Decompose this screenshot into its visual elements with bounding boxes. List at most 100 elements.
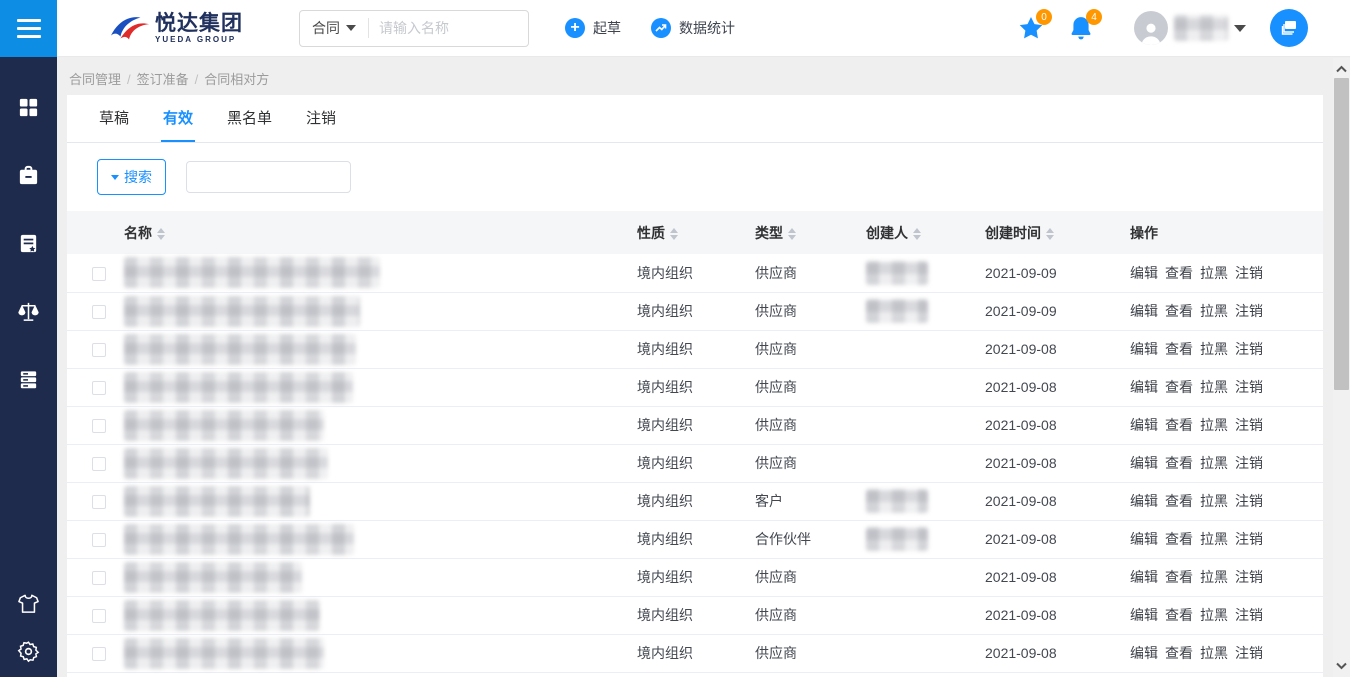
action-deregister[interactable]: 注销 bbox=[1235, 531, 1263, 547]
action-view[interactable]: 查看 bbox=[1165, 379, 1193, 395]
action-view[interactable]: 查看 bbox=[1165, 493, 1193, 509]
filter-input[interactable] bbox=[186, 161, 351, 193]
action-view[interactable]: 查看 bbox=[1165, 607, 1193, 623]
scroll-up-arrow-icon[interactable] bbox=[1333, 60, 1350, 78]
action-blacklist[interactable]: 拉黑 bbox=[1200, 493, 1228, 509]
action-edit[interactable]: 编辑 bbox=[1130, 379, 1158, 395]
tab-draft[interactable]: 草稿 bbox=[97, 95, 131, 142]
action-edit[interactable]: 编辑 bbox=[1130, 265, 1158, 281]
row-checkbox[interactable] bbox=[92, 419, 106, 433]
action-edit[interactable]: 编辑 bbox=[1130, 417, 1158, 433]
apps-switcher-button[interactable] bbox=[1270, 9, 1308, 47]
action-view[interactable]: 查看 bbox=[1165, 569, 1193, 585]
action-edit[interactable]: 编辑 bbox=[1130, 341, 1158, 357]
row-checkbox[interactable] bbox=[92, 533, 106, 547]
action-view[interactable]: 查看 bbox=[1165, 265, 1193, 281]
action-blacklist[interactable]: 拉黑 bbox=[1200, 455, 1228, 471]
action-blacklist[interactable]: 拉黑 bbox=[1200, 531, 1228, 547]
breadcrumb-item[interactable]: 签订准备 bbox=[137, 72, 189, 87]
actions-cell: 编辑查看拉黑注销 bbox=[1130, 520, 1323, 558]
search-category-dropdown[interactable]: 合同 bbox=[300, 18, 368, 38]
contract-document-icon[interactable] bbox=[17, 231, 41, 255]
sort-icon[interactable] bbox=[157, 228, 165, 240]
row-checkbox[interactable] bbox=[92, 381, 106, 395]
action-deregister[interactable]: 注销 bbox=[1235, 303, 1263, 319]
action-view[interactable]: 查看 bbox=[1165, 531, 1193, 547]
action-deregister[interactable]: 注销 bbox=[1235, 379, 1263, 395]
tab-bar: 草稿 有效 黑名单 注销 bbox=[67, 95, 1323, 143]
column-created-time[interactable]: 创建时间 bbox=[985, 211, 1130, 254]
sort-icon[interactable] bbox=[788, 228, 796, 240]
action-deregister[interactable]: 注销 bbox=[1235, 493, 1263, 509]
tab-deregistered[interactable]: 注销 bbox=[304, 95, 338, 142]
breadcrumb-item[interactable]: 合同管理 bbox=[69, 72, 121, 87]
column-type[interactable]: 类型 bbox=[755, 211, 866, 254]
action-view[interactable]: 查看 bbox=[1165, 455, 1193, 471]
row-checkbox[interactable] bbox=[92, 609, 106, 623]
scrollbar-thumb[interactable] bbox=[1334, 78, 1349, 390]
search-input[interactable] bbox=[369, 20, 499, 36]
action-deregister[interactable]: 注销 bbox=[1235, 265, 1263, 281]
sort-icon[interactable] bbox=[913, 228, 921, 240]
sort-icon[interactable] bbox=[670, 228, 678, 240]
row-checkbox[interactable] bbox=[92, 571, 106, 585]
action-blacklist[interactable]: 拉黑 bbox=[1200, 265, 1228, 281]
action-deregister[interactable]: 注销 bbox=[1235, 607, 1263, 623]
dashboard-grid-icon[interactable] bbox=[17, 95, 41, 119]
settings-gear-icon[interactable] bbox=[17, 639, 41, 663]
row-checkbox[interactable] bbox=[92, 647, 106, 661]
action-deregister[interactable]: 注销 bbox=[1235, 455, 1263, 471]
action-blacklist[interactable]: 拉黑 bbox=[1200, 379, 1228, 395]
action-view[interactable]: 查看 bbox=[1165, 417, 1193, 433]
action-view[interactable]: 查看 bbox=[1165, 645, 1193, 661]
action-edit[interactable]: 编辑 bbox=[1130, 645, 1158, 661]
row-checkbox[interactable] bbox=[92, 305, 106, 319]
row-checkbox[interactable] bbox=[92, 495, 106, 509]
theme-tshirt-icon[interactable] bbox=[17, 591, 41, 615]
chart-circle-icon bbox=[651, 18, 671, 38]
column-creator[interactable]: 创建人 bbox=[866, 211, 985, 254]
creator-cell bbox=[866, 558, 985, 596]
action-blacklist[interactable]: 拉黑 bbox=[1200, 303, 1228, 319]
statistics-button[interactable]: 数据统计 bbox=[651, 18, 735, 38]
column-name[interactable]: 名称 bbox=[124, 211, 637, 254]
action-edit[interactable]: 编辑 bbox=[1130, 607, 1158, 623]
action-deregister[interactable]: 注销 bbox=[1235, 341, 1263, 357]
action-blacklist[interactable]: 拉黑 bbox=[1200, 645, 1228, 661]
row-checkbox[interactable] bbox=[92, 343, 106, 357]
favorites-button[interactable]: 0 bbox=[1018, 15, 1044, 41]
vertical-scrollbar[interactable] bbox=[1333, 58, 1350, 677]
action-blacklist[interactable]: 拉黑 bbox=[1200, 607, 1228, 623]
action-edit[interactable]: 编辑 bbox=[1130, 303, 1158, 319]
action-blacklist[interactable]: 拉黑 bbox=[1200, 417, 1228, 433]
column-nature[interactable]: 性质 bbox=[637, 211, 755, 254]
action-view[interactable]: 查看 bbox=[1165, 303, 1193, 319]
favorites-badge: 0 bbox=[1036, 9, 1052, 25]
action-edit[interactable]: 编辑 bbox=[1130, 531, 1158, 547]
draft-button[interactable]: + 起草 bbox=[565, 18, 621, 38]
action-blacklist[interactable]: 拉黑 bbox=[1200, 569, 1228, 585]
search-button[interactable]: 搜索 bbox=[97, 159, 166, 195]
action-view[interactable]: 查看 bbox=[1165, 341, 1193, 357]
action-edit[interactable]: 编辑 bbox=[1130, 455, 1158, 471]
legal-scale-icon[interactable] bbox=[17, 299, 41, 323]
action-deregister[interactable]: 注销 bbox=[1235, 569, 1263, 585]
hamburger-menu-button[interactable] bbox=[0, 0, 57, 57]
created-time-cell: 2021-09-08 bbox=[985, 406, 1130, 444]
archive-server-icon[interactable] bbox=[17, 367, 41, 391]
briefcase-icon[interactable] bbox=[17, 163, 41, 187]
user-menu[interactable] bbox=[1134, 11, 1246, 45]
tab-blacklist[interactable]: 黑名单 bbox=[225, 95, 274, 142]
action-deregister[interactable]: 注销 bbox=[1235, 645, 1263, 661]
row-checkbox[interactable] bbox=[92, 457, 106, 471]
scroll-down-arrow-icon[interactable] bbox=[1333, 657, 1350, 675]
action-deregister[interactable]: 注销 bbox=[1235, 417, 1263, 433]
creator-cell bbox=[866, 596, 985, 634]
notifications-button[interactable]: 4 bbox=[1068, 15, 1094, 41]
action-edit[interactable]: 编辑 bbox=[1130, 493, 1158, 509]
action-edit[interactable]: 编辑 bbox=[1130, 569, 1158, 585]
action-blacklist[interactable]: 拉黑 bbox=[1200, 341, 1228, 357]
tab-valid[interactable]: 有效 bbox=[161, 95, 195, 142]
sort-icon[interactable] bbox=[1046, 228, 1054, 240]
row-checkbox[interactable] bbox=[92, 267, 106, 281]
